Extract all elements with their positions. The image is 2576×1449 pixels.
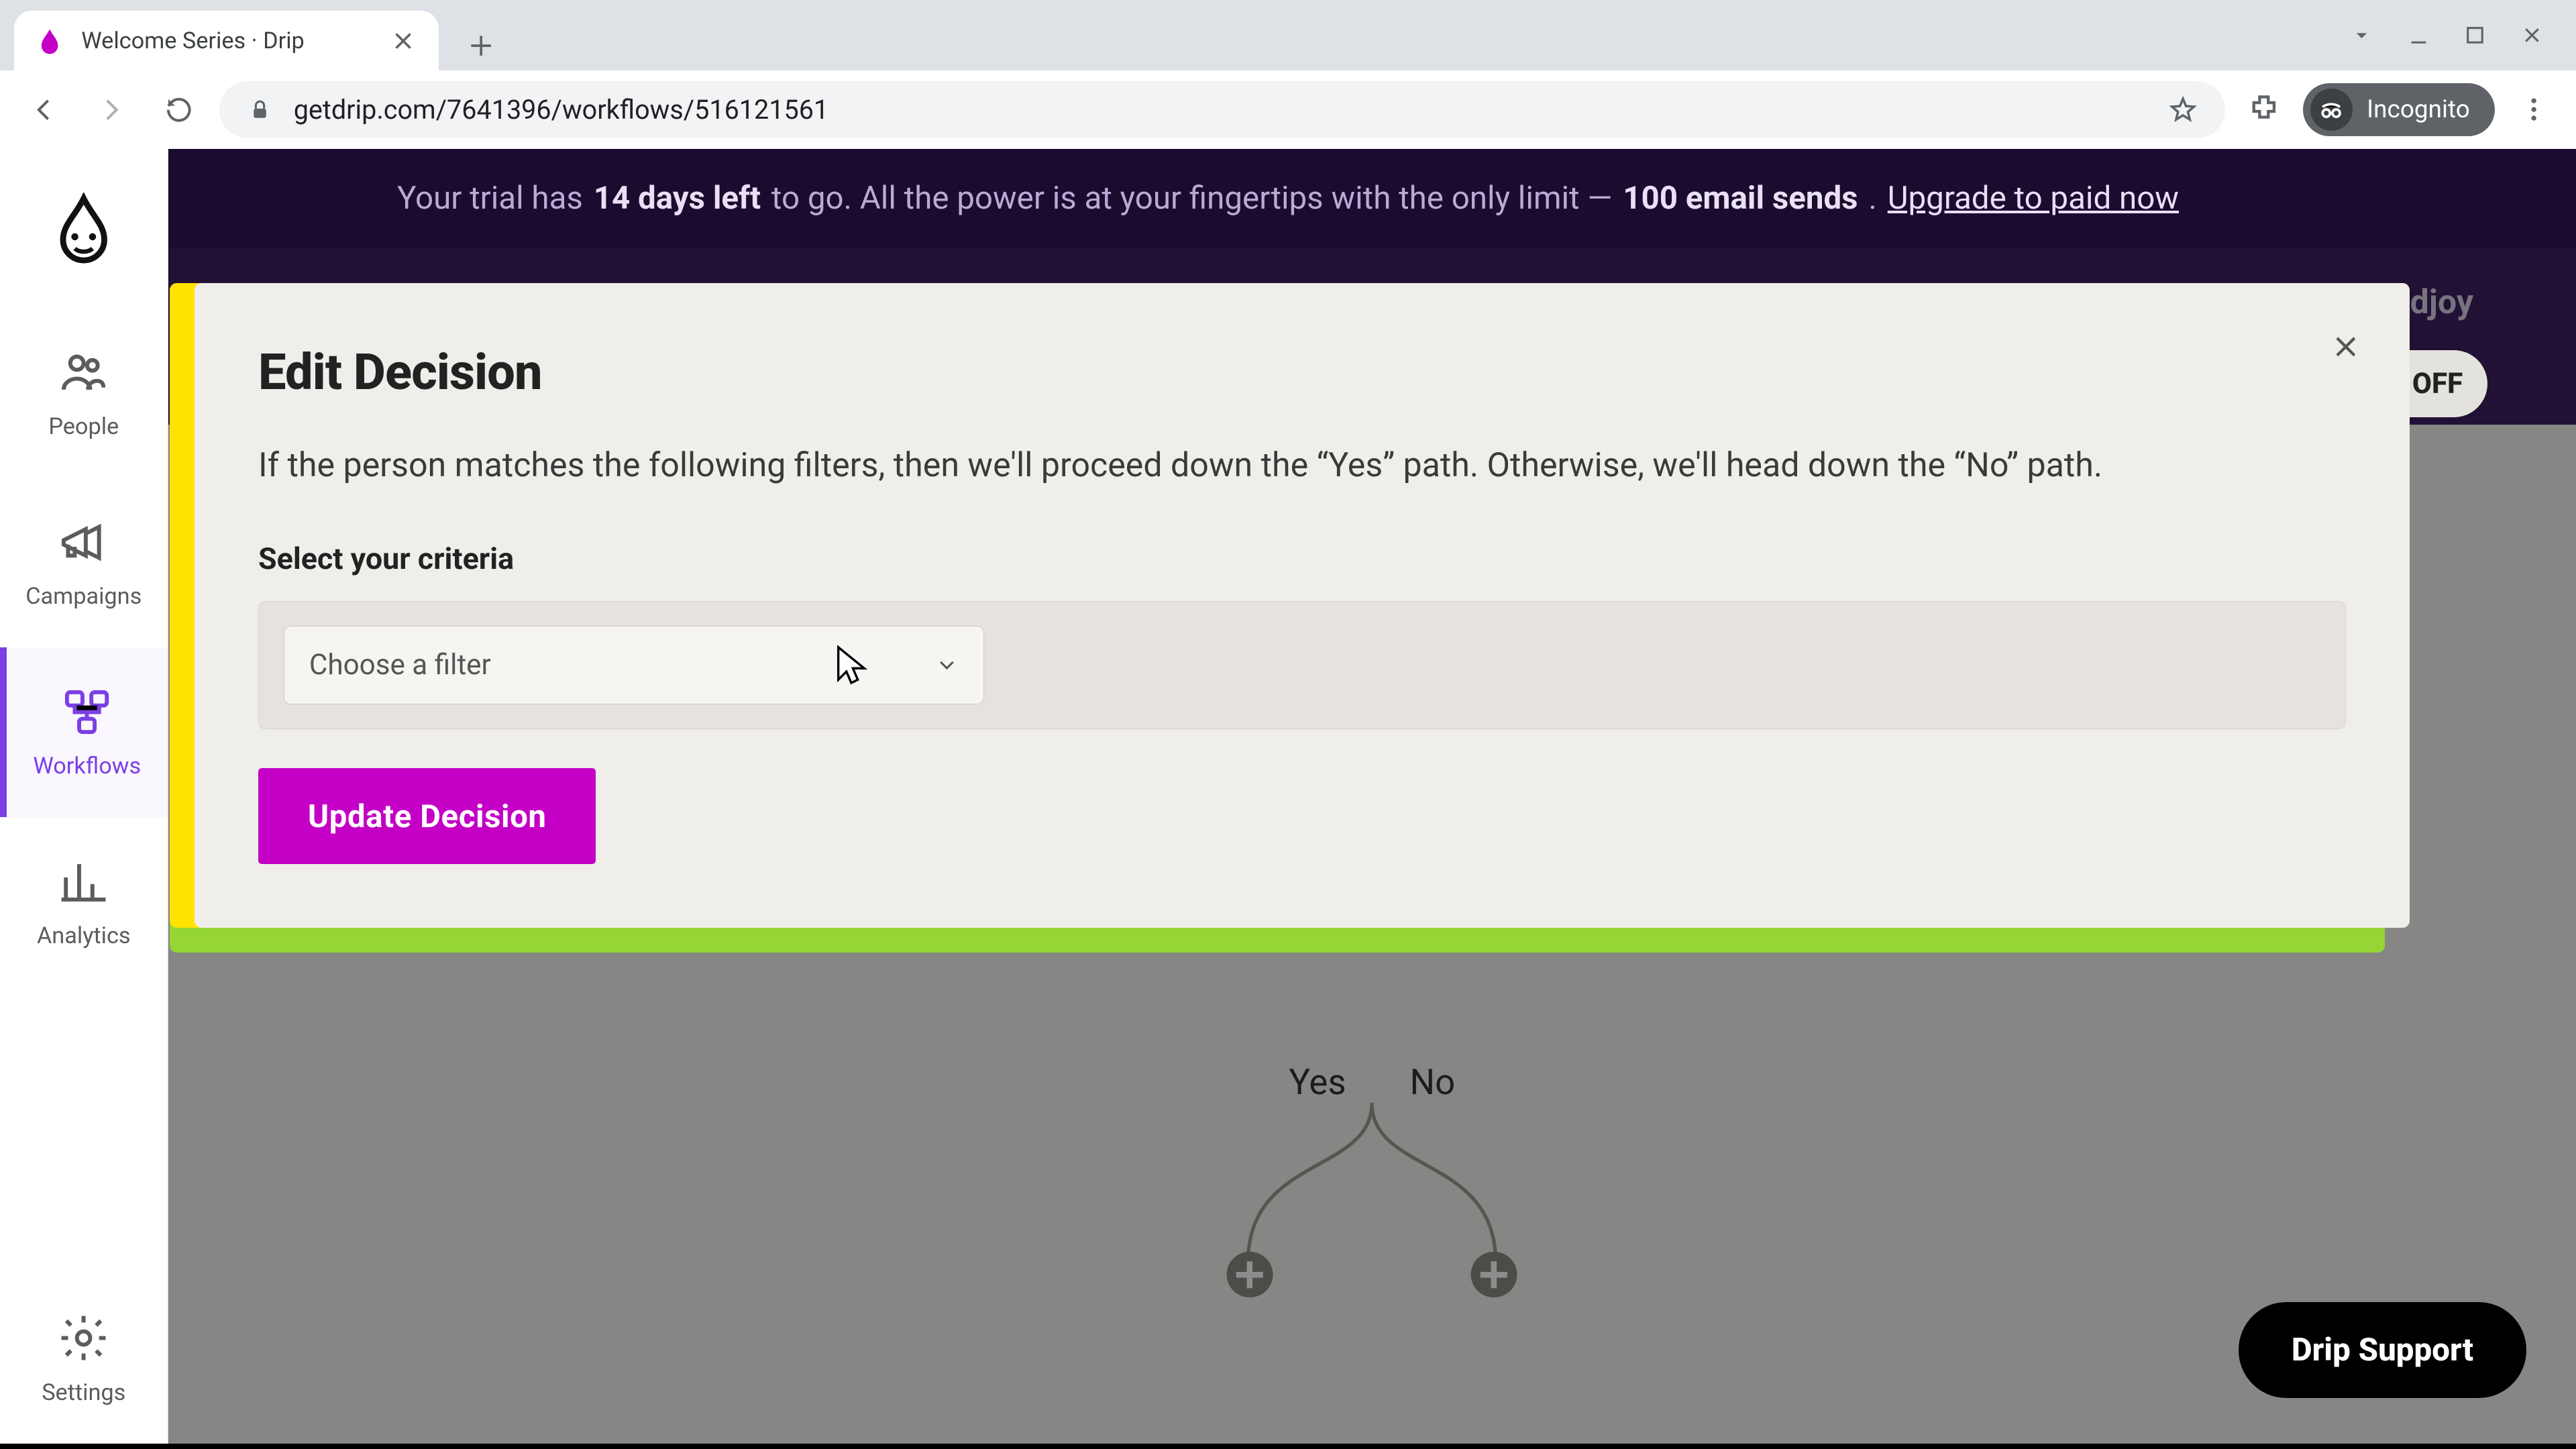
people-icon — [57, 345, 110, 398]
banner-text-suffix: . — [1868, 179, 1877, 217]
drip-logo[interactable] — [0, 149, 168, 308]
update-decision-button[interactable]: Update Decision — [258, 768, 596, 863]
banner-email-limit: 100 email sends — [1623, 179, 1858, 217]
filter-placeholder: Choose a filter — [309, 649, 491, 682]
banner-text-middle: to go. All the power is at your fingerti… — [771, 179, 1613, 217]
app-sidebar: People Campaigns Workflows Analytics — [0, 149, 168, 1444]
filter-dropdown[interactable]: Choose a filter — [284, 626, 984, 704]
bookmark-star-icon[interactable] — [2169, 95, 2197, 123]
window-minimize-icon[interactable] — [2406, 23, 2431, 48]
workflow-icon — [60, 686, 113, 739]
sidebar-item-label: Workflows — [33, 753, 141, 780]
trial-banner: Your trial has 14 days left to go. All t… — [0, 149, 2576, 248]
nav-reload-icon[interactable] — [152, 83, 205, 136]
criteria-label: Select your criteria — [258, 541, 2346, 576]
gear-icon — [57, 1311, 110, 1364]
toggle-label: OFF — [2412, 368, 2463, 400]
browser-menu-icon[interactable] — [2509, 85, 2559, 135]
window-maximize-icon[interactable] — [2463, 23, 2487, 48]
lock-icon — [248, 97, 272, 122]
sidebar-item-workflows[interactable]: Workflows — [0, 647, 168, 817]
support-label: Drip Support — [2292, 1331, 2473, 1368]
sidebar-item-label: Settings — [42, 1379, 125, 1406]
support-widget[interactable]: Drip Support — [2239, 1302, 2526, 1397]
modal-close-button[interactable] — [2321, 322, 2371, 372]
browser-toolbar: getdrip.com/7641396/workflows/516121561 … — [0, 70, 2576, 148]
banner-text-prefix: Your trial has — [397, 179, 583, 217]
sidebar-item-analytics[interactable]: Analytics — [0, 817, 168, 987]
nav-forward-icon — [85, 83, 138, 136]
criteria-container: Choose a filter — [258, 601, 2346, 730]
chevron-down-icon — [934, 653, 959, 678]
nav-back-icon[interactable] — [17, 83, 70, 136]
sidebar-item-label: People — [48, 413, 119, 440]
browser-tab-active[interactable]: Welcome Series · Drip — [14, 11, 439, 71]
extensions-icon[interactable] — [2239, 85, 2289, 135]
tab-search-icon[interactable] — [2349, 23, 2374, 48]
banner-days-left: 14 days left — [594, 179, 761, 217]
drip-favicon — [36, 27, 64, 55]
address-bar-url: getdrip.com/7641396/workflows/516121561 — [294, 94, 2147, 125]
incognito-badge[interactable]: Incognito — [2303, 83, 2494, 136]
sidebar-item-people[interactable]: People — [0, 308, 168, 478]
sidebar-item-settings[interactable]: Settings — [0, 1274, 168, 1444]
incognito-label: Incognito — [2367, 95, 2470, 124]
address-bar[interactable]: getdrip.com/7641396/workflows/516121561 — [219, 81, 2225, 138]
analytics-icon — [57, 855, 110, 908]
close-tab-icon[interactable] — [389, 27, 417, 55]
modal-description: If the person matches the following filt… — [258, 441, 2346, 491]
sidebar-item-label: Analytics — [37, 922, 131, 949]
sidebar-item-campaigns[interactable]: Campaigns — [0, 478, 168, 647]
incognito-icon — [2310, 89, 2353, 131]
edit-decision-modal: Edit Decision If the person matches the … — [195, 283, 2410, 928]
browser-tab-title: Welcome Series · Drip — [81, 28, 372, 54]
banner-upgrade-link[interactable]: Upgrade to paid now — [1888, 179, 2179, 217]
window-close-icon[interactable] — [2520, 23, 2544, 48]
modal-accent-border: Edit Decision If the person matches the … — [170, 283, 2385, 953]
browser-tabbar: Welcome Series · Drip — [0, 0, 2576, 70]
sidebar-item-label: Campaigns — [25, 583, 142, 610]
modal-title: Edit Decision — [258, 343, 2346, 402]
megaphone-icon — [57, 516, 110, 569]
new-tab-button[interactable] — [456, 21, 506, 71]
